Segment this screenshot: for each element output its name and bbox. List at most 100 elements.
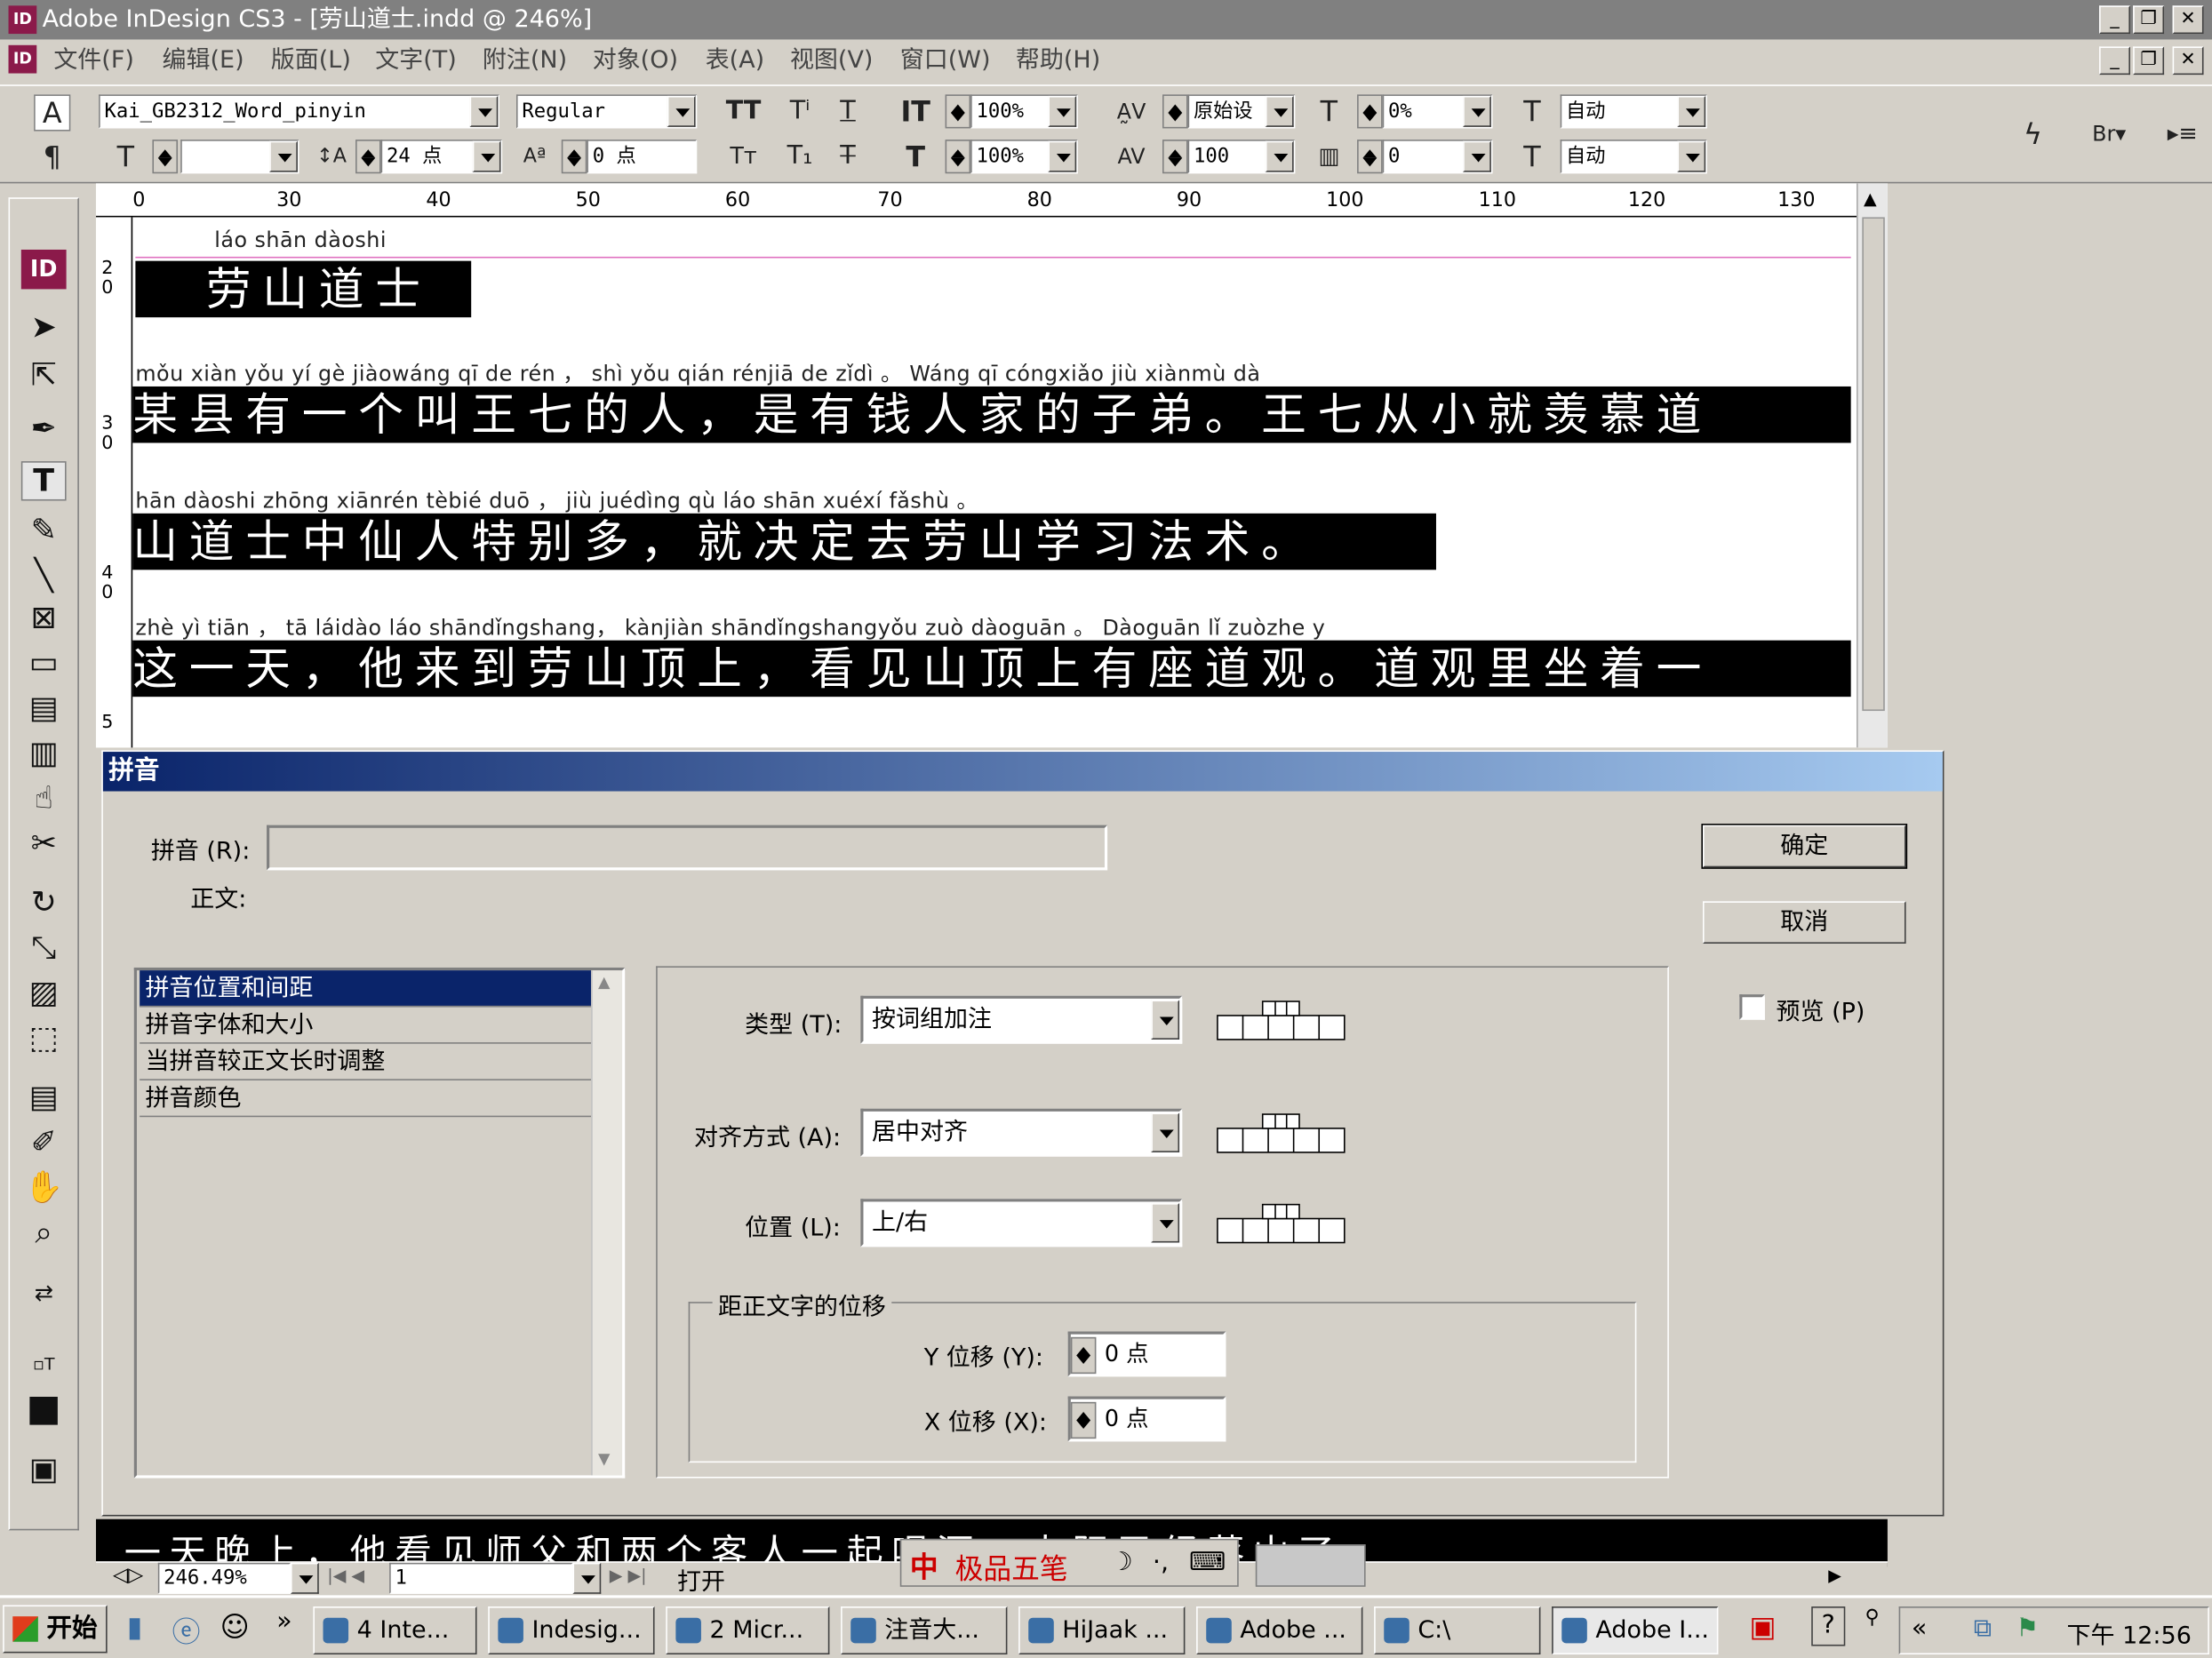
help-icon[interactable]: ? [1811, 1606, 1846, 1646]
align-dropdown-icon[interactable] [1151, 1112, 1180, 1152]
document-canvas[interactable]: 0 30 40 50 60 70 80 90 100 110 120 130 2… [95, 183, 1888, 748]
cancel-button[interactable]: 取消 [1702, 901, 1906, 944]
taskbar-item-hijaak[interactable]: HiJaak ... [1018, 1606, 1186, 1655]
menu-table[interactable]: 表(A) [706, 39, 765, 82]
tray-network-icon[interactable]: ⧉ [1974, 1614, 1992, 1643]
quicklaunch-qq-icon[interactable]: ☺ [220, 1609, 250, 1643]
menu-help[interactable]: 帮助(H) [1016, 39, 1100, 82]
menu-window[interactable]: 窗口(W) [900, 39, 991, 82]
taskbar-item-zhuyin[interactable]: 注音大... [841, 1606, 1008, 1655]
nav-icon[interactable]: ◁▷ [113, 1564, 143, 1586]
menu-notes[interactable]: 附注(N) [483, 39, 567, 82]
ime-bar[interactable]: 中 极品五笔 ☽ ·, ⌨ [899, 1538, 1239, 1587]
category-item-adjust[interactable]: 当拼音较正文长时调整 [140, 1044, 592, 1080]
pen-tool-icon[interactable]: ✒ [21, 411, 67, 450]
hscroll-right-icon[interactable]: ▶ [1828, 1566, 1841, 1585]
first-page-icon[interactable]: |◀ ◀ [327, 1566, 364, 1585]
type-select[interactable]: 按词组加注 [860, 995, 1183, 1044]
type-dropdown-icon[interactable] [1151, 1000, 1180, 1040]
document-vertical-scrollbar[interactable]: ▲ [1857, 183, 1888, 748]
taskbar-item-ie[interactable]: 4 Inte... [313, 1606, 477, 1655]
line-tool-icon[interactable]: ╲ [21, 557, 67, 596]
menu-file[interactable]: 文件(F) [53, 39, 134, 82]
minimize-button[interactable]: _ [2099, 5, 2130, 35]
direct-selection-tool-icon[interactable]: ⇱ [21, 357, 67, 396]
zoom-field[interactable]: 246.49% [157, 1562, 291, 1594]
ime-moon-icon[interactable]: ☽ [1110, 1547, 1133, 1576]
quicklaunch-desktop-icon[interactable]: ▮ [127, 1609, 142, 1643]
start-button[interactable]: 开始 [3, 1605, 108, 1654]
taskbar-item-explorer[interactable]: C:\ [1374, 1606, 1541, 1655]
panel-menu-icon[interactable]: ▸≡ [2164, 117, 2200, 151]
category-item-font[interactable]: 拼音字体和大小 [140, 1007, 592, 1044]
ok-button[interactable]: 确定 [1701, 824, 1908, 869]
skew-spinner[interactable] [1357, 94, 1383, 129]
menu-view[interactable]: 视图(V) [790, 39, 874, 82]
skew-dropdown[interactable] [1463, 95, 1491, 127]
type-tool-icon[interactable]: T [20, 461, 67, 501]
line3-text[interactable]: 这一天，他来到劳山顶上，看见山顶上有座道观。道观里坐着一 [132, 640, 1851, 697]
pencil-tool-icon[interactable]: ✎ [21, 512, 67, 551]
list-scroll-down-icon[interactable]: ▼ [598, 1450, 610, 1469]
formatting-container-icon[interactable]: ▫T [21, 1344, 67, 1383]
vertical-grid-tool-icon[interactable]: ▥ [21, 735, 67, 774]
scissors-tool-icon[interactable]: ✂ [21, 825, 67, 865]
ime-keyboard-icon[interactable]: ⌨ [1189, 1547, 1226, 1576]
all-caps-icon[interactable]: TT [723, 94, 765, 128]
hscale-dropdown[interactable] [1048, 140, 1077, 172]
line1-text[interactable]: 某县有一个叫王七的人，是有钱人家的子弟。王七从小就羡慕道 [132, 386, 1851, 443]
baseline-field[interactable]: 0 点 [587, 139, 698, 174]
font-family-dropdown[interactable] [469, 95, 499, 127]
font-size-spinner[interactable] [152, 139, 179, 174]
doc-close-button[interactable]: ✕ [2172, 46, 2204, 76]
size-dropdown[interactable] [472, 140, 501, 172]
category-list[interactable]: 拼音位置和间距 拼音字体和大小 当拼音较正文长时调整 拼音颜色 ▲ ▼ [133, 967, 626, 1479]
close-button[interactable]: ✕ [2172, 5, 2204, 35]
tsume-spinner[interactable] [1357, 139, 1383, 174]
next-page-icon[interactable]: ▶ ▶| [610, 1566, 647, 1585]
tsume-dropdown[interactable] [1463, 140, 1491, 172]
taskbar-item-word[interactable]: 2 Micr... [666, 1606, 830, 1655]
vscale-spinner[interactable] [945, 94, 971, 129]
zoom-tool-icon[interactable]: ⌕ [21, 1215, 67, 1254]
quicklaunch-ie-icon[interactable]: ⓔ [172, 1609, 201, 1650]
superscript-icon[interactable]: Tⁱ [779, 94, 821, 128]
lightning-icon[interactable]: ϟ [2015, 117, 2051, 151]
tracking-dropdown[interactable] [1265, 140, 1294, 172]
restore-button[interactable]: ❐ [2133, 5, 2165, 35]
doc-restore-button[interactable]: ❐ [2133, 46, 2165, 76]
selection-tool-icon[interactable]: ➤ [21, 309, 67, 348]
hscale-spinner[interactable] [945, 139, 971, 174]
button-tool-icon[interactable]: ☝ [21, 780, 67, 819]
line2-text[interactable]: 山道士中仙人特别多，就决定去劳山学习法术。 [132, 513, 1436, 570]
rotate-tool-icon[interactable]: ↻ [21, 884, 67, 923]
font-size-dropdown[interactable] [269, 140, 298, 172]
taskbar-item-adobe[interactable]: Adobe ... [1196, 1606, 1363, 1655]
character-mode-icon[interactable]: A [34, 94, 71, 132]
hand-tool-icon[interactable]: ✋ [21, 1169, 67, 1208]
zoom-dropdown[interactable] [291, 1562, 319, 1594]
preview-checkbox[interactable] [1739, 994, 1765, 1020]
paragraph-mode-icon[interactable]: ¶ [34, 139, 70, 173]
category-item-position[interactable]: 拼音位置和间距 [140, 970, 592, 1008]
fill-stroke-swap-icon[interactable]: ⇄ [21, 1273, 67, 1312]
vscale-dropdown[interactable] [1048, 95, 1077, 127]
align-select[interactable]: 居中对齐 [860, 1108, 1183, 1157]
open-label[interactable]: 打开 [677, 1561, 725, 1595]
bridge-icon[interactable]: Br▾ [2073, 117, 2144, 151]
category-scrollbar[interactable]: ▲ ▼ [591, 970, 623, 1476]
y-offset-field[interactable]: 0 点 [1067, 1331, 1226, 1377]
note-tool-icon[interactable]: ▤ [21, 1079, 67, 1118]
baseline-spinner[interactable] [561, 139, 587, 174]
scale-tool-icon[interactable]: ⤡ [21, 929, 67, 968]
size-spinner[interactable] [355, 139, 381, 174]
taskbar-item-indesign[interactable]: Adobe I... [1552, 1606, 1719, 1655]
tracking-spinner[interactable] [1162, 139, 1188, 174]
rectangle-frame-tool-icon[interactable]: ⊠ [21, 600, 67, 639]
y-offset-spinner[interactable] [1070, 1336, 1097, 1375]
leading2-dropdown[interactable] [1677, 140, 1706, 172]
tray-pen-icon[interactable]: ⚲ [1865, 1606, 1880, 1629]
menu-type[interactable]: 文字(T) [375, 39, 457, 82]
subscript-icon[interactable]: T₁ [779, 139, 821, 173]
fill-swatch-icon[interactable]: ■ [21, 1390, 67, 1429]
